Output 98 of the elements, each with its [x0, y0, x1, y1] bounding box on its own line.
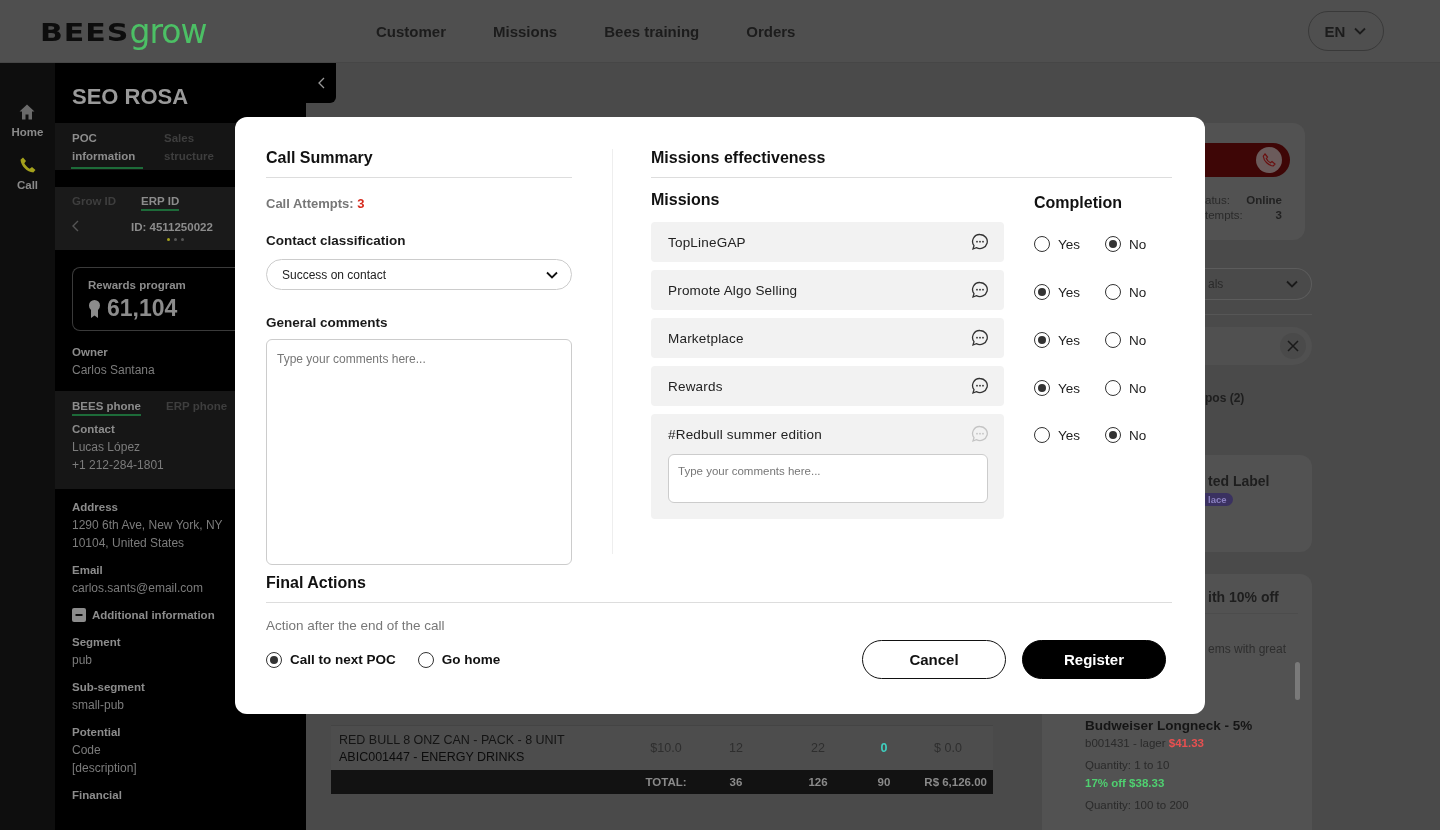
radio-button[interactable]	[1034, 284, 1050, 300]
radio-label: No	[1129, 427, 1147, 443]
phone-number: +1 212-284-1801	[72, 457, 165, 474]
section-toggle[interactable]: Additional information	[92, 606, 215, 624]
radio-label: No	[1129, 380, 1147, 396]
total-cell-text: 36	[728, 776, 744, 788]
cancel-button[interactable]: Cancel	[862, 640, 1006, 679]
mission-item[interactable]: TopLineGAP	[651, 222, 1004, 262]
radio-button[interactable]	[1105, 284, 1121, 300]
field-value: 1290 6th Ave, New York, NY 10104, United States	[72, 517, 224, 552]
page-dot[interactable]	[174, 238, 177, 241]
radio-button[interactable]	[417, 651, 434, 668]
rewards-points: 61,104	[107, 295, 178, 322]
radio-button[interactable]	[1034, 236, 1050, 252]
rail-item[interactable]: Home	[11, 103, 44, 138]
radio-button[interactable]	[1105, 236, 1121, 252]
radio-label: No	[1129, 236, 1147, 252]
radio-label: Yes	[1058, 427, 1081, 443]
product-name: Budweiser Longneck - 5%	[1085, 718, 1254, 733]
classification-dropdown[interactable]: Success on contact	[266, 259, 572, 290]
radio-button[interactable]	[1034, 380, 1050, 396]
register-button[interactable]: Register	[1022, 640, 1166, 679]
chat-icon[interactable]	[971, 377, 989, 395]
total-label: TOTAL:	[644, 776, 688, 788]
price: $38.33	[1129, 777, 1165, 789]
radio-label: Go home	[441, 652, 501, 667]
price: $41.33	[1168, 737, 1204, 749]
comment-field[interactable]: Type your comments here...	[668, 454, 988, 503]
rail-item[interactable]: Call	[16, 156, 39, 191]
field-label: Email	[72, 563, 104, 578]
radio-label: Yes	[1058, 236, 1081, 252]
chat-icon[interactable]	[971, 329, 989, 347]
radio-button[interactable]	[1105, 427, 1121, 443]
field-label: Address	[72, 500, 120, 515]
tab[interactable]: BEES phone	[72, 399, 141, 416]
tab[interactable]: POC information	[71, 129, 143, 169]
contact-name: Lucas López	[72, 439, 142, 456]
radio-button[interactable]	[1034, 332, 1050, 348]
discount: 17% off	[1085, 777, 1126, 789]
chevron-left-icon[interactable]	[317, 77, 325, 89]
radio-label: Yes	[1058, 332, 1081, 348]
tab[interactable]: ERP ID	[141, 194, 180, 211]
column-title: Completion	[1034, 193, 1123, 213]
page-dot[interactable]	[167, 238, 170, 241]
field-value: Code [description]	[72, 742, 138, 777]
call-attempts: Call Attempts: 3	[266, 196, 366, 211]
radio-label: Yes	[1058, 380, 1081, 396]
field-label: Contact	[72, 422, 116, 437]
section-title: Missions effectiveness	[651, 147, 1172, 178]
home-icon	[18, 103, 37, 121]
radio-label: Yes	[1058, 284, 1081, 300]
mission-item[interactable]: Promote Algo Selling	[651, 270, 1004, 310]
field-label: Segment	[72, 635, 122, 650]
minus-icon[interactable]	[72, 608, 86, 622]
radio-label: No	[1129, 284, 1147, 300]
chat-icon[interactable]	[971, 233, 989, 251]
field-label: Sub-segment	[72, 680, 146, 695]
column-title: Missions	[651, 190, 721, 210]
hint-text: Action after the end of the call	[266, 618, 446, 633]
field-label: Contact classification	[266, 233, 407, 248]
call-bar[interactable]	[1205, 143, 1290, 177]
mission-item[interactable]: #Redbull summer edition Type your comments here...	[651, 414, 1004, 519]
product-name: RED BULL 8 ONZ CAN - PACK - 8 UNIT	[339, 732, 566, 747]
product-code: ABIC001447 - ENERGY DRINKS	[339, 749, 526, 764]
page-dot[interactable]	[181, 238, 184, 241]
radio-button[interactable]	[1105, 332, 1121, 348]
total-cell-text: 126	[807, 776, 829, 788]
radio-button[interactable]	[266, 651, 282, 668]
tag: lace	[1205, 493, 1233, 506]
field-label: Owner	[72, 345, 109, 360]
section-title: Final Actions	[266, 572, 1172, 603]
radio-label: No	[1129, 332, 1147, 348]
section-title: Call Summary	[266, 147, 572, 178]
field-value: carlos.sants@email.com	[72, 580, 204, 597]
poc-id: ID: 4511250022	[131, 221, 213, 233]
field-value: pub	[72, 652, 94, 669]
field-value: Carlos Santana	[72, 362, 156, 379]
radio-label: Call to next POC	[290, 652, 396, 667]
phone-icon[interactable]	[1256, 147, 1282, 173]
field-label: Financial	[72, 788, 123, 803]
mission-item[interactable]: Rewards	[651, 366, 1004, 406]
mission-item[interactable]: Marketplace	[651, 318, 1004, 358]
radio-button[interactable]	[1034, 427, 1050, 443]
total-cell-text: R$ 6,126.00	[923, 776, 988, 788]
scrollbar[interactable]	[1295, 662, 1300, 700]
logo: BEES grow	[40, 11, 208, 51]
chat-icon[interactable]	[971, 281, 989, 299]
table-cell-text: 0	[879, 741, 889, 755]
radio-button[interactable]	[1105, 380, 1121, 396]
customer-name: SEO ROSA	[71, 83, 190, 111]
medal-icon	[88, 298, 101, 319]
field-value: small-pub	[72, 697, 126, 714]
rewards-title: Rewards program	[88, 279, 187, 291]
phone-icon	[18, 156, 37, 174]
total-cell-text: 90	[876, 776, 892, 788]
comments-field[interactable]: Type your comments here...	[266, 339, 572, 565]
field-label: General comments	[266, 315, 389, 330]
field-label: Potential	[72, 725, 122, 740]
